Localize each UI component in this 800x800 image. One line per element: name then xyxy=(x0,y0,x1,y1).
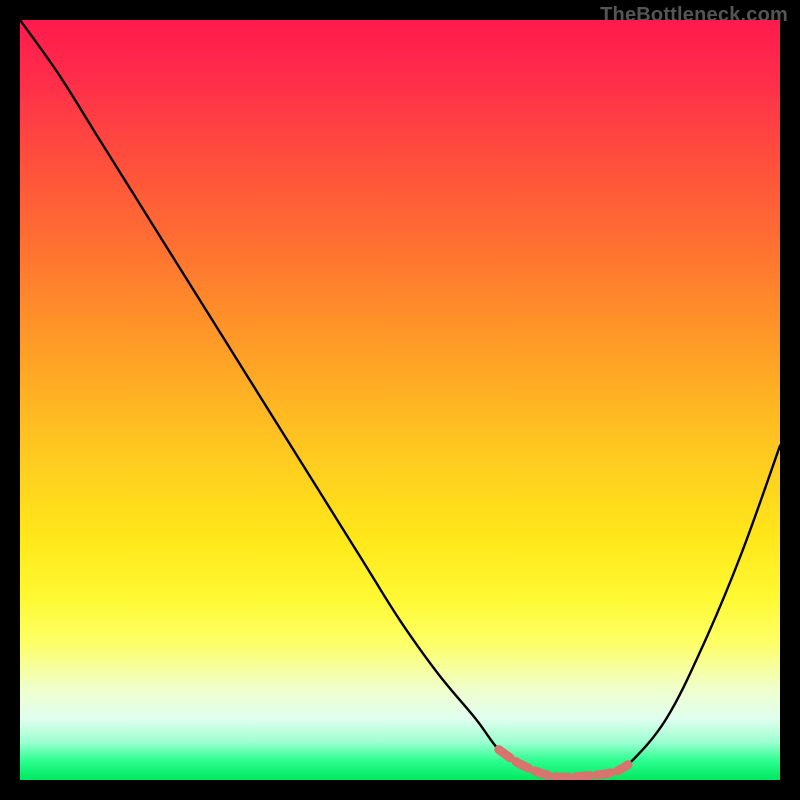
chart-container: TheBottleneck.com xyxy=(0,0,800,800)
bottleneck-curve-path xyxy=(20,20,780,777)
plot-area xyxy=(20,20,780,780)
curve-svg xyxy=(20,20,780,780)
highlight-band-path xyxy=(499,750,628,778)
